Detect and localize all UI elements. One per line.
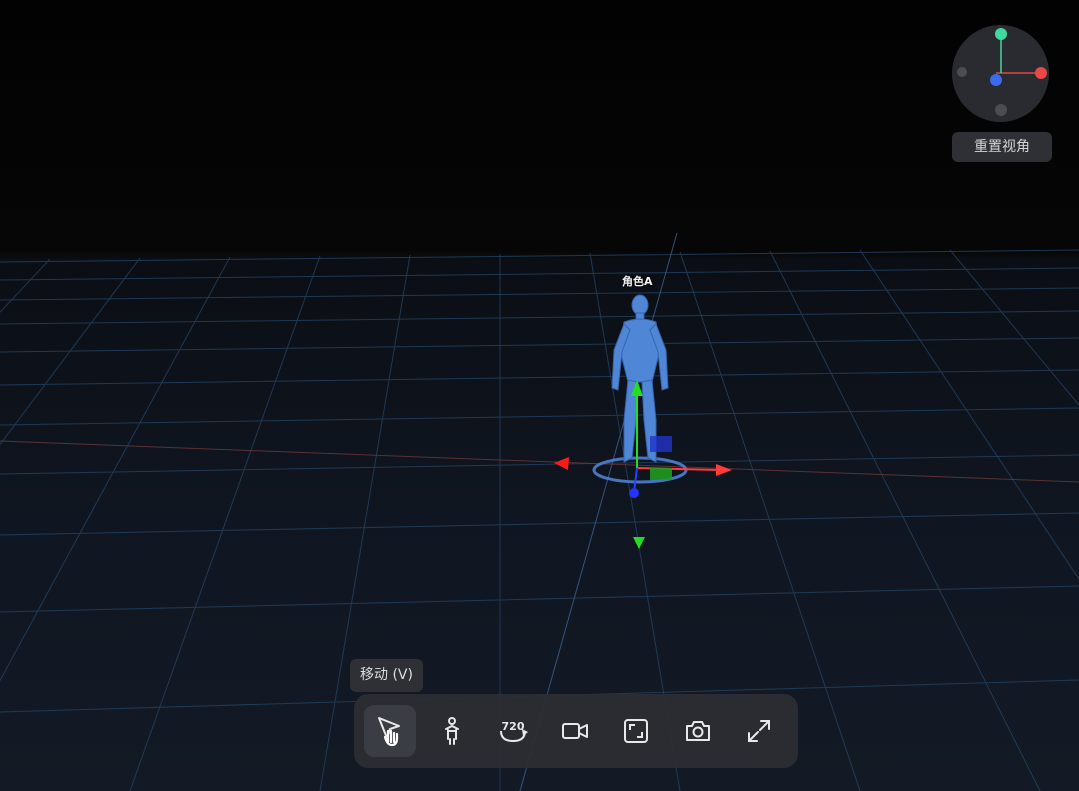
- video-camera-button[interactable]: [549, 705, 601, 757]
- gizmo-xz-plane: [650, 468, 672, 480]
- gizmo-y-arrow: [631, 380, 643, 396]
- rotate-720-icon: 720: [500, 720, 528, 743]
- bottom-toolbar: 720: [354, 694, 798, 768]
- screenshot-button[interactable]: [672, 705, 724, 757]
- 3d-viewport[interactable]: 角色A 重置视角 移动 (V) 720: [0, 0, 1079, 791]
- reset-view-button[interactable]: 重置视角: [952, 132, 1052, 162]
- rotate-720-button[interactable]: 720: [487, 705, 539, 757]
- frame-button[interactable]: [610, 705, 662, 757]
- compass-y-positive: [995, 28, 1007, 40]
- gizmo-z-handle: [629, 488, 639, 498]
- frame-icon: [624, 719, 648, 743]
- character-label: 角色A: [622, 275, 653, 288]
- gizmo-y-negative-arrow: [633, 537, 645, 549]
- camera-icon: [685, 721, 710, 741]
- compass-y-negative: [995, 104, 1007, 116]
- video-camera-icon: [561, 723, 588, 739]
- view-compass[interactable]: [952, 25, 1049, 122]
- axis-gizmo-icon: [957, 28, 1047, 116]
- pose-tool-button[interactable]: [426, 705, 478, 757]
- transform-gizmo[interactable]: [0, 0, 1079, 791]
- person-icon: [444, 717, 459, 745]
- tool-tooltip: 移动 (V): [350, 659, 423, 692]
- gizmo-x-axis: [636, 467, 721, 471]
- gizmo-x-negative-arrow: [554, 457, 569, 470]
- fullscreen-button[interactable]: [733, 705, 785, 757]
- svg-text:720: 720: [502, 720, 525, 733]
- gizmo-yz-plane: [650, 436, 672, 452]
- compass-x-negative: [957, 67, 967, 77]
- move-cursor-icon: [378, 717, 400, 747]
- move-tool-button[interactable]: [364, 705, 416, 757]
- compass-z-positive: [990, 74, 1002, 86]
- gizmo-x-arrow: [716, 464, 732, 476]
- expand-icon: [748, 720, 770, 742]
- compass-x-positive: [1035, 67, 1047, 79]
